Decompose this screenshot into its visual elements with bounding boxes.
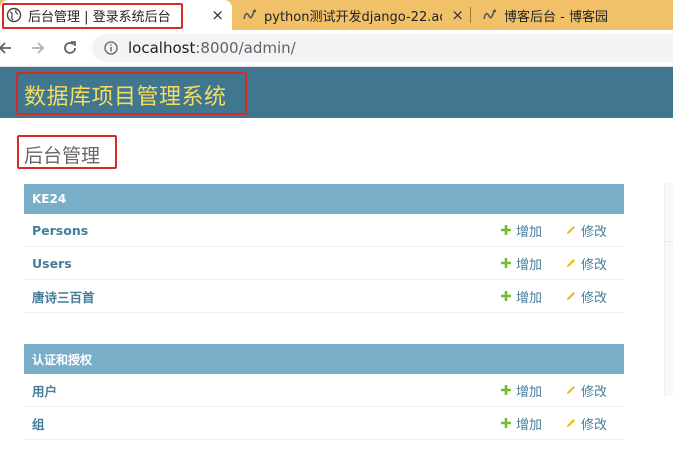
plus-icon <box>501 225 511 235</box>
model-link-users[interactable]: Users <box>32 256 72 271</box>
model-row: Persons 增加 修改 <box>24 214 624 247</box>
pencil-icon <box>567 292 575 300</box>
plus-icon <box>501 258 511 268</box>
recent-actions-panel <box>664 183 673 396</box>
change-label: 修改 <box>581 384 608 400</box>
info-icon[interactable] <box>104 41 118 55</box>
change-button[interactable]: 修改 <box>565 381 607 400</box>
address-bar[interactable]: localhost:8000/admin/ <box>92 34 673 62</box>
pencil-icon <box>567 226 575 234</box>
app-module-auth: 认证和授权 用户 增加 修改 组 增加 修改 <box>24 344 624 440</box>
pencil-icon <box>567 259 575 267</box>
tab-title: 后台管理 | 登录系统后台 <box>28 9 171 25</box>
globe-icon <box>6 7 22 23</box>
plus-icon <box>501 291 511 301</box>
url-text: localhost:8000/admin/ <box>128 39 296 57</box>
change-label: 修改 <box>581 290 608 306</box>
add-label: 增加 <box>516 384 543 400</box>
model-link-users-auth[interactable]: 用户 <box>32 381 57 400</box>
change-button[interactable]: 修改 <box>565 414 607 433</box>
tab-blog-admin[interactable]: 博客后台 - 博客园 <box>482 0 672 30</box>
app-module-ke24: KE24 Persons 增加 修改 Users 增加 修改 唐诗三百首 增加 <box>24 184 624 313</box>
change-label: 修改 <box>581 224 608 240</box>
arrow-left-icon <box>0 42 11 54</box>
browser-tab-strip: 后台管理 | 登录系统后台 × python测试开发django-22.adm … <box>0 0 673 30</box>
blog-icon <box>483 9 496 20</box>
model-link-tang-poems[interactable]: 唐诗三百首 <box>32 287 95 306</box>
back-button[interactable] <box>0 37 16 59</box>
add-button[interactable]: 增加 <box>500 287 542 306</box>
add-label: 增加 <box>516 290 543 306</box>
model-link-groups[interactable]: 组 <box>32 414 45 433</box>
plus-icon <box>501 418 511 428</box>
app-caption[interactable]: 认证和授权 <box>24 344 624 374</box>
change-button[interactable]: 修改 <box>565 287 607 306</box>
arrow-right-icon <box>32 42 45 54</box>
add-button[interactable]: 增加 <box>500 254 542 273</box>
model-row: Users 增加 修改 <box>24 247 624 280</box>
url-host: localhost <box>128 39 196 57</box>
page-title: 后台管理 <box>24 145 101 167</box>
add-label: 增加 <box>516 257 543 273</box>
add-label: 增加 <box>516 417 543 433</box>
pencil-icon <box>567 386 575 394</box>
add-button[interactable]: 增加 <box>500 381 542 400</box>
model-link-persons[interactable]: Persons <box>32 223 88 238</box>
tab-django-article[interactable]: python测试开发django-22.adm × <box>242 0 468 30</box>
forward-button[interactable] <box>27 37 49 59</box>
plus-icon <box>501 385 511 395</box>
add-label: 增加 <box>516 224 543 240</box>
close-tab-button[interactable]: × <box>451 6 464 24</box>
blog-icon <box>243 9 256 20</box>
pencil-icon <box>567 419 575 427</box>
model-row: 组 增加 修改 <box>24 407 624 440</box>
change-label: 修改 <box>581 257 608 273</box>
change-button[interactable]: 修改 <box>565 254 607 273</box>
reload-icon <box>64 41 76 54</box>
reload-button[interactable] <box>59 37 81 59</box>
tab-title: python测试开发django-22.adm <box>264 9 442 25</box>
site-branding[interactable]: 数据库项目管理系统 <box>24 79 227 111</box>
admin-header: 数据库项目管理系统 <box>0 67 673 118</box>
browser-toolbar: localhost:8000/admin/ <box>0 30 673 67</box>
tab-title: 博客后台 - 博客园 <box>504 9 608 25</box>
tab-separator <box>470 7 471 23</box>
add-button[interactable]: 增加 <box>500 414 542 433</box>
url-path: :8000/admin/ <box>195 39 296 57</box>
model-row: 唐诗三百首 增加 修改 <box>24 280 624 313</box>
tab-admin[interactable]: 后台管理 | 登录系统后台 × <box>0 0 232 30</box>
model-row: 用户 增加 修改 <box>24 374 624 407</box>
close-tab-button[interactable]: × <box>211 6 224 24</box>
change-label: 修改 <box>581 417 608 433</box>
app-caption[interactable]: KE24 <box>24 184 624 214</box>
add-button[interactable]: 增加 <box>500 221 542 240</box>
change-button[interactable]: 修改 <box>565 221 607 240</box>
